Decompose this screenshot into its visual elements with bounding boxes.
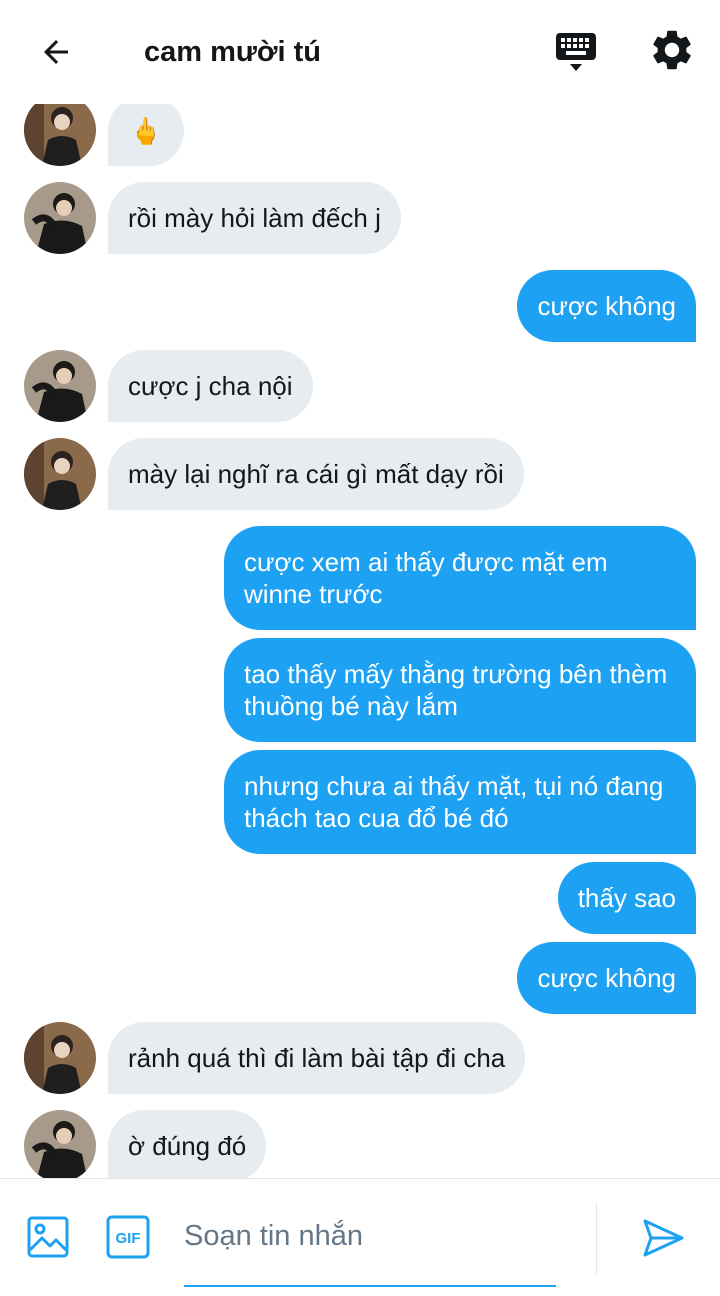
message-input-wrapper bbox=[184, 1205, 556, 1287]
back-button[interactable] bbox=[30, 28, 82, 76]
outgoing-message[interactable]: cược không bbox=[517, 942, 696, 1014]
avatar[interactable] bbox=[24, 182, 96, 254]
settings-button[interactable] bbox=[648, 26, 696, 74]
outgoing-message[interactable]: tao thấy mấy thằng trường bên thèm thuồn… bbox=[224, 638, 696, 742]
send-button[interactable] bbox=[640, 1215, 686, 1261]
incoming-message[interactable]: 🖕 bbox=[108, 104, 184, 166]
message-input[interactable] bbox=[184, 1205, 556, 1267]
keyboard-icon bbox=[556, 33, 596, 71]
incoming-message[interactable]: ờ đúng đó bbox=[108, 1110, 267, 1178]
gear-icon bbox=[653, 30, 691, 70]
incoming-message[interactable]: mày lại nghĩ ra cái gì mất dạy rồi bbox=[108, 438, 524, 510]
outgoing-message[interactable]: cược xem ai thấy được mặt em winne trước bbox=[224, 526, 696, 630]
image-icon bbox=[27, 1216, 69, 1258]
avatar[interactable] bbox=[24, 1022, 96, 1094]
divider bbox=[596, 1203, 597, 1275]
conversation-header: cam mười tú bbox=[0, 0, 720, 104]
arrow-left-icon bbox=[44, 40, 68, 64]
send-icon bbox=[643, 1219, 684, 1257]
outgoing-message[interactable]: cược không bbox=[517, 270, 696, 342]
outgoing-message[interactable]: nhưng chưa ai thấy mặt, tụi nó đang thác… bbox=[224, 750, 696, 854]
incoming-message[interactable]: cược j cha nội bbox=[108, 350, 313, 422]
avatar[interactable] bbox=[24, 350, 96, 422]
message-composer: GIF bbox=[0, 1178, 720, 1296]
outgoing-message[interactable]: thấy sao bbox=[557, 862, 696, 934]
gif-icon: GIF bbox=[106, 1215, 150, 1259]
keyboard-button[interactable] bbox=[552, 28, 600, 76]
incoming-message[interactable]: rảnh quá thì đi làm bài tập đi cha bbox=[108, 1022, 526, 1094]
avatar[interactable] bbox=[24, 1110, 96, 1178]
avatar[interactable] bbox=[24, 438, 96, 510]
incoming-message[interactable]: rồi mày hỏi làm đếch j bbox=[108, 182, 401, 254]
message-list[interactable]: 🖕 rồi mày hỏi làm đếch j cược không cược… bbox=[0, 104, 720, 1178]
add-image-button[interactable] bbox=[26, 1215, 70, 1259]
conversation-title: cam mười tú bbox=[144, 36, 321, 68]
avatar[interactable] bbox=[24, 104, 96, 166]
add-gif-button[interactable]: GIF bbox=[106, 1215, 150, 1259]
gif-label: GIF bbox=[116, 1230, 141, 1247]
